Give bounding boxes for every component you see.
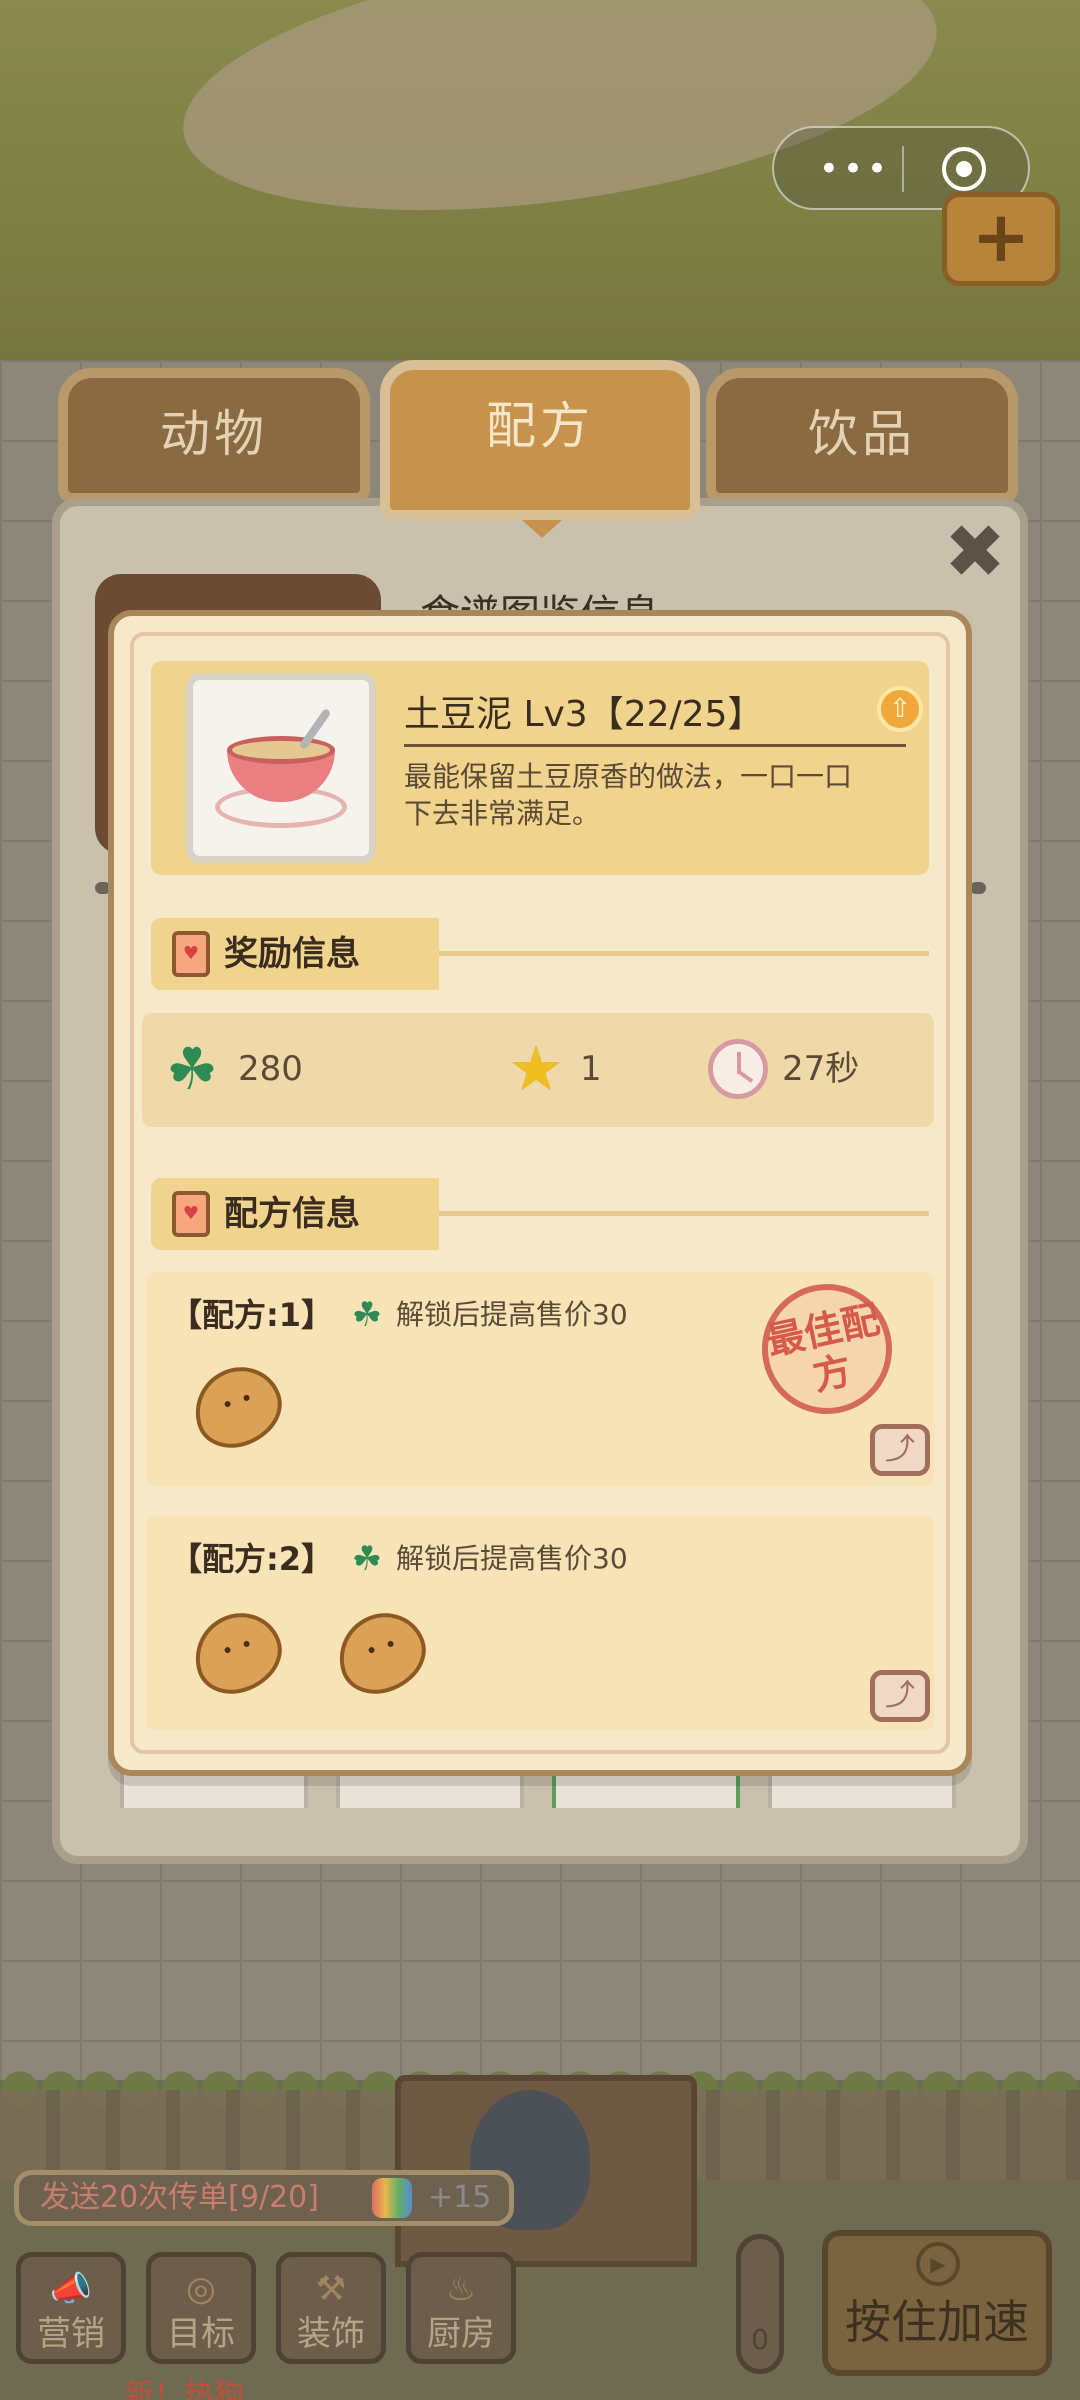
- clipboard-icon: ♥: [172, 931, 210, 977]
- decor-label: 装饰: [297, 2314, 365, 2354]
- mashed-potato-image: [186, 673, 376, 863]
- time-reward-value: 27秒: [782, 1049, 860, 1089]
- tab-drinks[interactable]: 饮品: [706, 368, 1018, 503]
- recipes-section-line: [439, 1211, 929, 1216]
- clover-icon: ☘: [351, 1539, 383, 1579]
- more-menu-icon[interactable]: •••: [810, 152, 900, 186]
- tab-animals[interactable]: 动物: [58, 368, 370, 503]
- star-icon: ★: [508, 1032, 564, 1105]
- capsule-divider: [902, 146, 904, 192]
- scroll-handle-right: [970, 882, 986, 894]
- recipe-bonus-1: 解锁后提高售价30: [396, 1298, 628, 1331]
- task-text: 发送20次传单[9/20]: [40, 2180, 319, 2215]
- hold-to-speed-label: 按住加速: [845, 2295, 1029, 2349]
- candy-icon: [372, 2178, 412, 2218]
- clover-reward-value: 280: [238, 1049, 303, 1089]
- item-name: 土豆泥 Lv3【22/25】: [404, 694, 764, 735]
- new-item-hint: 新！热狗: [124, 2378, 244, 2400]
- item-name-underline: [404, 744, 906, 747]
- close-icon[interactable]: ✖: [944, 515, 1006, 589]
- rewards-section-title: 奖励信息: [224, 934, 360, 974]
- tab-recipes[interactable]: 配方: [380, 360, 700, 520]
- clover-icon: ☘: [351, 1295, 383, 1335]
- rewards-section-line: [439, 951, 929, 956]
- item-description: 最能保留土豆原香的做法，一口一口下去非常满足。: [404, 760, 853, 830]
- hammer-icon: ⚒: [315, 2269, 347, 2309]
- pot-icon: ♨: [445, 2269, 477, 2309]
- decor-button[interactable]: ⚒ 装饰: [276, 2252, 386, 2364]
- speed-play-icon: ▶: [916, 2242, 960, 2286]
- upgrade-icon[interactable]: ⇧: [877, 686, 923, 732]
- marketing-button[interactable]: 📣 营销: [16, 2252, 126, 2364]
- recipe-label-2: 【配方:2】: [170, 1540, 334, 1578]
- share-icon[interactable]: ⤴: [870, 1670, 930, 1722]
- kitchen-label: 厨房: [427, 2314, 495, 2354]
- thermometer-value: 0: [751, 2323, 769, 2356]
- active-tab-pointer-icon: [522, 520, 562, 538]
- clover-icon: ☘: [166, 1035, 218, 1103]
- clipboard-icon: ♥: [172, 1191, 210, 1237]
- marketing-label: 营销: [37, 2314, 105, 2354]
- kitchen-button[interactable]: ♨ 厨房: [406, 2252, 516, 2364]
- goals-label: 目标: [167, 2314, 235, 2354]
- target-icon: ◎: [186, 2269, 216, 2309]
- task-reward: +15: [428, 2180, 492, 2215]
- close-miniprogram-icon[interactable]: [942, 147, 986, 191]
- clock-icon: [708, 1039, 768, 1099]
- goals-button[interactable]: ◎ 目标: [146, 2252, 256, 2364]
- bowl-food-shape: [227, 736, 335, 764]
- recipe-bonus-2: 解锁后提高售价30: [396, 1542, 628, 1575]
- megaphone-icon: 📣: [49, 2269, 93, 2309]
- star-reward-value: 1: [580, 1049, 602, 1089]
- recipes-section-title: 配方信息: [224, 1194, 360, 1234]
- add-button[interactable]: +: [942, 192, 1060, 286]
- share-icon[interactable]: ⤴: [870, 1424, 930, 1476]
- recipe-label-1: 【配方:1】: [170, 1296, 334, 1334]
